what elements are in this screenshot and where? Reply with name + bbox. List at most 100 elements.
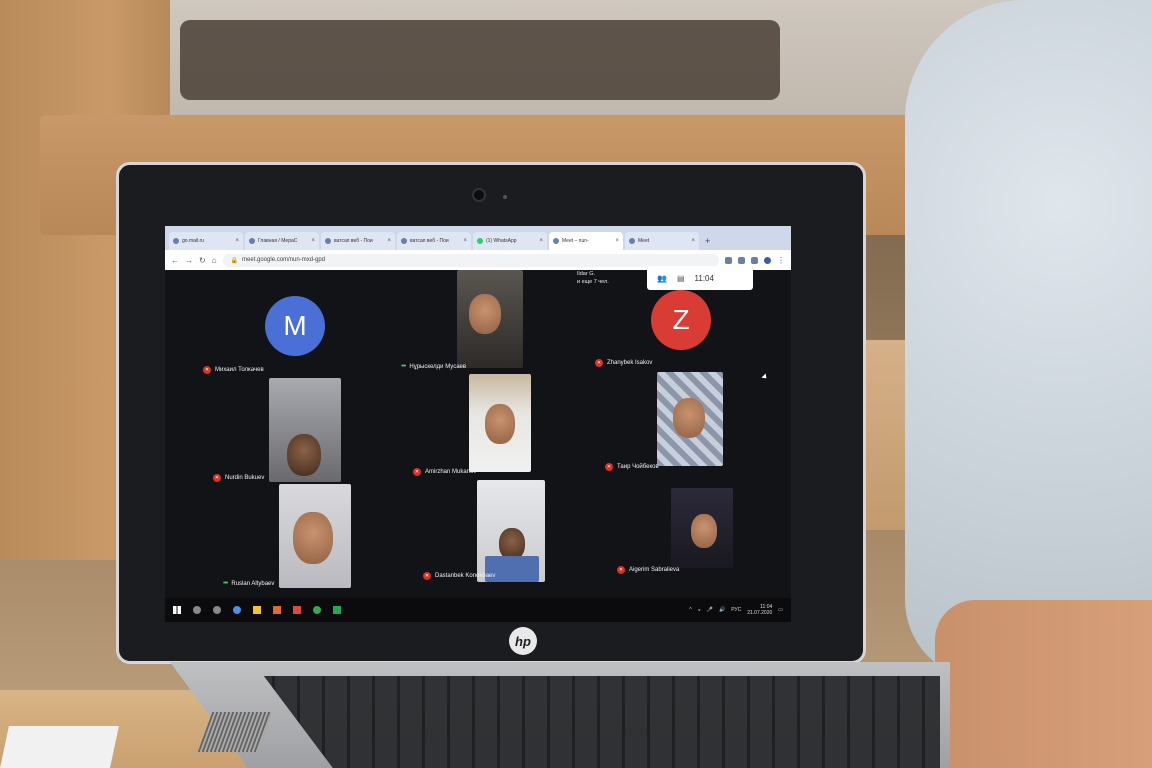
participant-face [673,398,705,438]
task-view-icon[interactable] [213,606,221,614]
extension-icon[interactable] [751,256,758,264]
windows-start-icon[interactable] [173,606,181,614]
app-icon[interactable] [333,606,341,614]
language-indicator[interactable]: РУС [731,607,741,613]
favicon-icon [325,238,331,244]
laptop-screen: go.mail.ru × Главная / МераС × ватсап веб … [165,226,791,622]
meet-clock: 11:04 [694,273,714,283]
person-arm [935,600,1152,768]
close-icon[interactable]: × [235,238,239,244]
favicon-icon [401,238,407,244]
participant-avatar: Z [651,290,711,350]
participant-name: ✕ Таир Чойбеков [605,463,659,471]
participant-video [469,374,531,472]
people-icon[interactable]: 👥 [657,274,667,283]
browser-tab[interactable]: ватсап веб - Пои × [397,232,471,250]
volume-icon[interactable]: 🔊 [719,607,725,613]
meet-icon [553,238,559,244]
meet-icon [629,238,635,244]
profile-avatar[interactable] [764,256,771,264]
mic-off-icon: ✕ [617,566,625,574]
participant-name: ✕ Михаил Толкачев [203,366,264,374]
participant-name: ✕ Aigerim Sabralieva [617,566,680,574]
new-tab-button[interactable]: + [705,236,710,246]
participant-name: ✕ Zhanybek Isakov [595,359,653,367]
taskbar-clock[interactable]: 11:04 21.07.2020 [747,604,772,616]
participant-face [469,294,501,334]
participant-face [293,512,333,564]
taskbar: ^ ◒ 🎤 🔊 РУС 11:04 21.07.2020 ▭ [165,598,791,622]
speaking-icon: ••• [401,363,406,370]
mic-off-icon: ✕ [203,366,211,374]
search-icon[interactable] [193,606,201,614]
app-icon[interactable] [233,606,241,614]
mic-off-icon: ✕ [213,474,221,482]
participant-video [279,484,351,588]
more-participants: Ildar G. и еще 7 чел. [577,271,609,285]
webcam-light [503,195,507,199]
person-shirt [905,0,1152,680]
url-input[interactable]: 🔒 meet.google.com/nun-mxd-gpd [222,253,719,267]
participant-video [477,480,545,582]
participant-name: ••• Нұрыскелди Мусаев [401,363,467,370]
participant-face [485,404,515,444]
background-blurred-table [180,20,780,100]
extension-icon[interactable] [725,256,732,264]
whatsapp-icon [477,238,483,244]
participant-avatar: M [265,296,325,356]
app-icon[interactable] [273,606,281,614]
participant-face [287,434,321,476]
mic-off-icon: ✕ [595,359,603,367]
favicon-icon [173,238,179,244]
reload-icon[interactable]: ↻ [199,256,206,265]
participant-name: ✕ Amirzhan Mukanov [413,468,477,476]
mic-off-icon: ✕ [413,468,421,476]
participant-name: ••• Ruslan Altybaev [223,580,275,587]
participant-name: ✕ Dastanbek Konokbaev [423,572,496,580]
back-icon[interactable]: ← [171,256,179,265]
chevron-up-icon[interactable]: ^ [689,607,691,613]
browser-tab-bar: go.mail.ru × Главная / МераС × ватсап веб … [165,226,791,250]
home-icon[interactable]: ⌂ [212,256,217,265]
close-icon[interactable]: × [615,238,619,244]
menu-icon[interactable]: ⋮ [777,256,785,265]
close-icon[interactable]: × [691,238,695,244]
browser-tab[interactable]: go.mail.ru × [169,232,243,250]
webcam-icon [472,188,486,202]
favicon-icon [249,238,255,244]
participant-video [269,378,341,482]
file-explorer-icon[interactable] [253,606,261,614]
laptop-keyboard[interactable] [263,676,940,768]
mic-icon[interactable]: 🎤 [707,607,713,613]
mic-off-icon: ✕ [423,572,431,580]
network-icon[interactable]: ◒ [698,607,701,613]
hp-logo: hp [509,627,537,655]
participant-video [657,372,723,466]
browser-tab-active[interactable]: Meet – nun- × [549,232,623,250]
browser-tab[interactable]: (1) WhatsApp × [473,232,547,250]
browser-tab[interactable]: Главная / МераС × [245,232,319,250]
meet-info-card: 👥 ▤ 11:04 [647,266,753,290]
notification-icon[interactable]: ▭ [778,607,783,613]
browser-tab[interactable]: Meet × [625,232,699,250]
forward-icon[interactable]: → [185,256,193,265]
close-icon[interactable]: × [539,238,543,244]
mouse-cursor-icon [761,373,769,381]
close-icon[interactable]: × [387,238,391,244]
participant-video [671,488,733,568]
extension-icon[interactable] [738,256,745,264]
chrome-icon[interactable] [313,606,321,614]
paper-sheet [0,726,119,768]
speaking-icon: ••• [223,580,228,587]
participant-video [457,270,523,368]
mic-off-icon: ✕ [605,463,613,471]
close-icon[interactable]: × [311,238,315,244]
system-tray: ^ ◒ 🎤 🔊 РУС 11:04 21.07.2020 ▭ [689,604,783,616]
close-icon[interactable]: × [463,238,467,244]
chat-icon[interactable]: ▤ [677,274,685,283]
lock-icon: 🔒 [230,257,239,264]
browser-tab[interactable]: ватсап веб - Пои × [321,232,395,250]
app-icon[interactable] [293,606,301,614]
participant-name: ✕ Nurdin Bukuev [213,474,265,482]
participant-face [691,514,717,548]
